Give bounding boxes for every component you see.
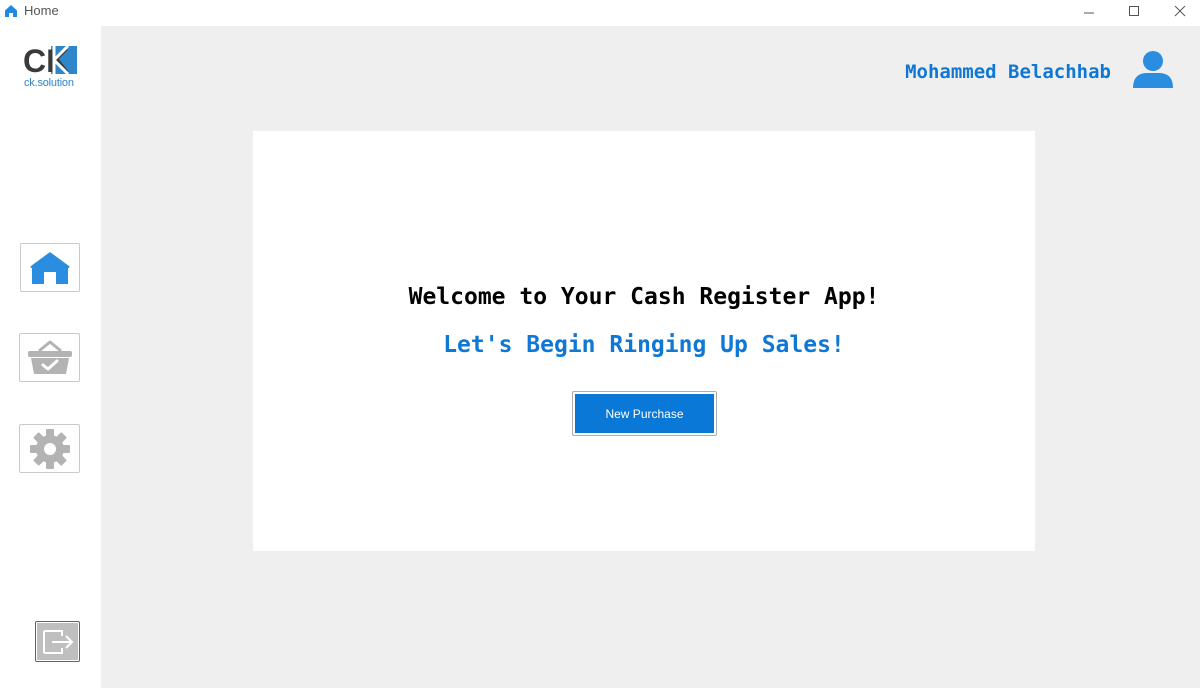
close-button[interactable]: [1157, 0, 1200, 22]
new-purchase-label: New Purchase: [575, 394, 714, 433]
ck-logo-mark: CK: [24, 46, 77, 74]
home-icon: [30, 251, 70, 284]
sidebar: CK ck.solution: [0, 26, 101, 688]
logout-button-face: [37, 623, 78, 660]
sidebar-item-home[interactable]: [20, 243, 80, 292]
logo-text: ck.solution: [24, 77, 74, 89]
welcome-card: Welcome to Your Cash Register App! Let's…: [253, 131, 1035, 551]
username: Mohammed Belachhab: [905, 61, 1111, 83]
logout-arrow-icon: [42, 629, 73, 654]
sidebar-item-purchases[interactable]: [19, 333, 80, 382]
window-title: Home: [24, 3, 59, 18]
main-area: Mohammed Belachhab Welcome to Your Cash …: [101, 26, 1200, 688]
maximize-button[interactable]: [1111, 0, 1157, 22]
minimize-icon: [1084, 12, 1094, 14]
welcome-subtitle: Let's Begin Ringing Up Sales!: [443, 332, 845, 358]
new-purchase-button[interactable]: New Purchase: [572, 391, 717, 436]
minimize-button[interactable]: [1066, 0, 1112, 22]
user-icon: [1133, 51, 1173, 88]
welcome-heading: Welcome to Your Cash Register App!: [408, 284, 880, 310]
sidebar-item-settings[interactable]: [19, 424, 80, 473]
gear-icon: [29, 428, 70, 469]
app-window: Home CK ck.solution Mohammed Belachhab W…: [0, 0, 1200, 688]
basket-check-icon: [27, 340, 72, 374]
title-bar: Home: [0, 0, 1200, 26]
logo: CK ck.solution: [24, 46, 80, 92]
maximize-icon: [1129, 6, 1139, 16]
home-icon: [5, 5, 17, 17]
logout-button[interactable]: [35, 621, 80, 662]
close-icon: [1174, 5, 1186, 17]
